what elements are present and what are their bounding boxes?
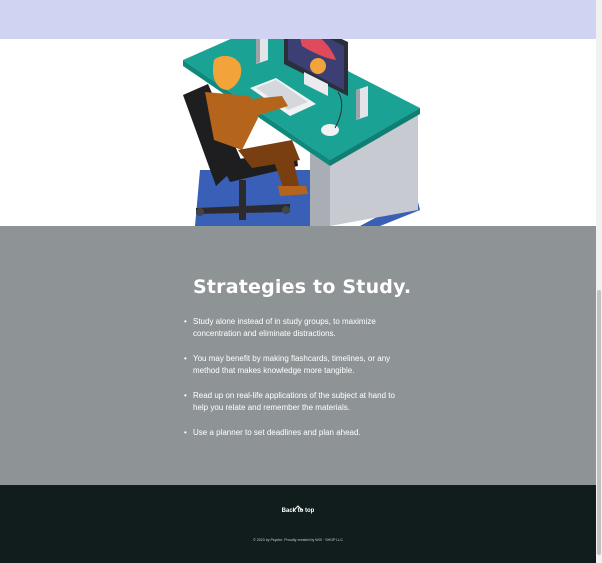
bullet-icon: • bbox=[184, 391, 187, 400]
study-strategies-section: Strategies to Study. • Study alone instea… bbox=[0, 226, 596, 485]
tip-text: Use a planner to set deadlines and plan … bbox=[193, 428, 361, 437]
top-color-band bbox=[0, 0, 596, 39]
page: Strategies to Study. • Study alone instea… bbox=[0, 0, 596, 563]
list-item: • You may benefit by making flashcards, t… bbox=[184, 353, 409, 377]
footer: Back to top © 2023 by Psyche. Proudly cr… bbox=[0, 485, 596, 563]
chevron-up-icon[interactable] bbox=[271, 499, 325, 512]
bullet-icon: • bbox=[184, 317, 187, 326]
back-to-top-link[interactable]: Back to top bbox=[271, 499, 325, 514]
bullet-icon: • bbox=[184, 354, 187, 363]
page-scrollbar[interactable] bbox=[596, 0, 602, 563]
person-at-desk-illustration bbox=[183, 39, 420, 226]
copyright-text: © 2023 by Psyche. Proudly created by WIX… bbox=[253, 538, 343, 542]
list-item: • Use a planner to set deadlines and plan… bbox=[184, 427, 409, 439]
bullet-icon: • bbox=[184, 428, 187, 437]
list-item: • Study alone instead of in study groups,… bbox=[184, 316, 409, 340]
section-heading: Strategies to Study. bbox=[193, 276, 412, 298]
tips-list: • Study alone instead of in study groups,… bbox=[184, 316, 409, 452]
tip-text: Read up on real-life applications of the… bbox=[193, 391, 395, 412]
hero-illustration bbox=[0, 39, 596, 226]
back-to-top-label[interactable]: Back to top bbox=[271, 508, 325, 514]
tip-text: You may benefit by making flashcards, ti… bbox=[193, 354, 391, 375]
tip-text: Study alone instead of in study groups, … bbox=[193, 317, 376, 338]
list-item: • Read up on real-life applications of th… bbox=[184, 390, 409, 414]
scrollbar-thumb[interactable] bbox=[597, 290, 601, 555]
